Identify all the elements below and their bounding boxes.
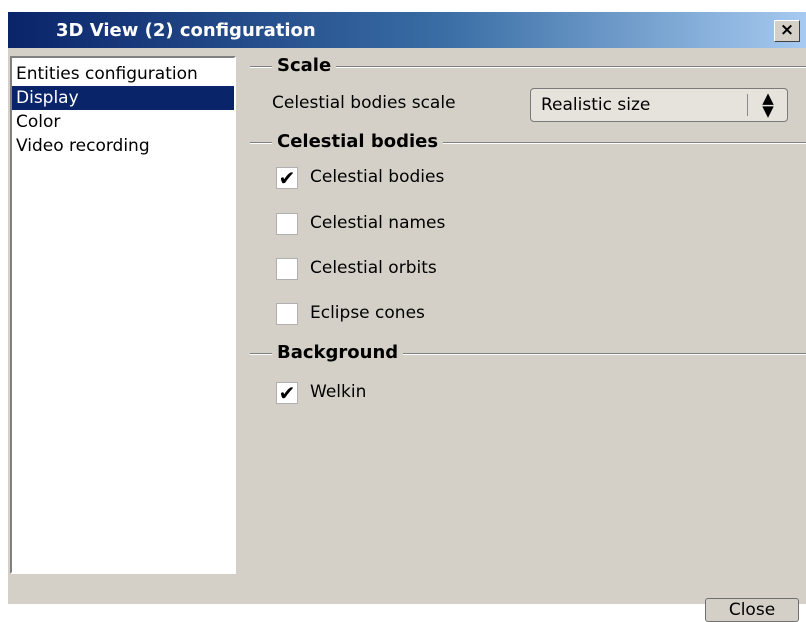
background-group-title: Background xyxy=(272,342,404,363)
sidebar-item-color[interactable]: Color xyxy=(12,110,234,134)
close-icon[interactable]: × xyxy=(774,20,800,42)
close-button[interactable]: Close xyxy=(705,598,799,622)
celestial-names-checkbox[interactable] xyxy=(276,213,298,235)
up-down-arrows-icon: ▲ ▼ xyxy=(762,89,774,120)
celestial-orbits-label: Celestial orbits xyxy=(310,258,437,278)
window-title: 3D View (2) configuration xyxy=(56,20,316,41)
celestial-group-title: Celestial bodies xyxy=(272,131,444,152)
scale-group-title: Scale xyxy=(272,55,337,76)
sidebar-item-display[interactable]: Display xyxy=(12,86,234,110)
welkin-checkbox[interactable]: ✔ xyxy=(276,382,298,404)
combo-separator xyxy=(747,94,748,116)
celestial-orbits-checkbox[interactable] xyxy=(276,258,298,280)
eclipse-cones-label: Eclipse cones xyxy=(310,303,425,323)
celestial-scale-label: Celestial bodies scale xyxy=(272,93,456,113)
sidebar-item-entities-configuration[interactable]: Entities configuration xyxy=(12,62,234,86)
config-dialog: 3D View (2) configuration × Entities con… xyxy=(8,12,806,622)
eclipse-cones-checkbox[interactable] xyxy=(276,303,298,325)
celestial-names-label: Celestial names xyxy=(310,213,446,233)
sidebar-item-video-recording[interactable]: Video recording xyxy=(12,134,234,158)
celestial-bodies-checkbox[interactable]: ✔ xyxy=(276,167,298,189)
celestial-bodies-label: Celestial bodies xyxy=(310,167,445,187)
celestial-scale-select[interactable]: Realistic size ▲ ▼ xyxy=(530,88,788,122)
welkin-label: Welkin xyxy=(310,382,367,402)
category-list[interactable]: Entities configuration Display Color Vid… xyxy=(10,56,236,574)
celestial-scale-value: Realistic size xyxy=(541,95,651,115)
title-bar[interactable]: 3D View (2) configuration × xyxy=(8,12,806,48)
